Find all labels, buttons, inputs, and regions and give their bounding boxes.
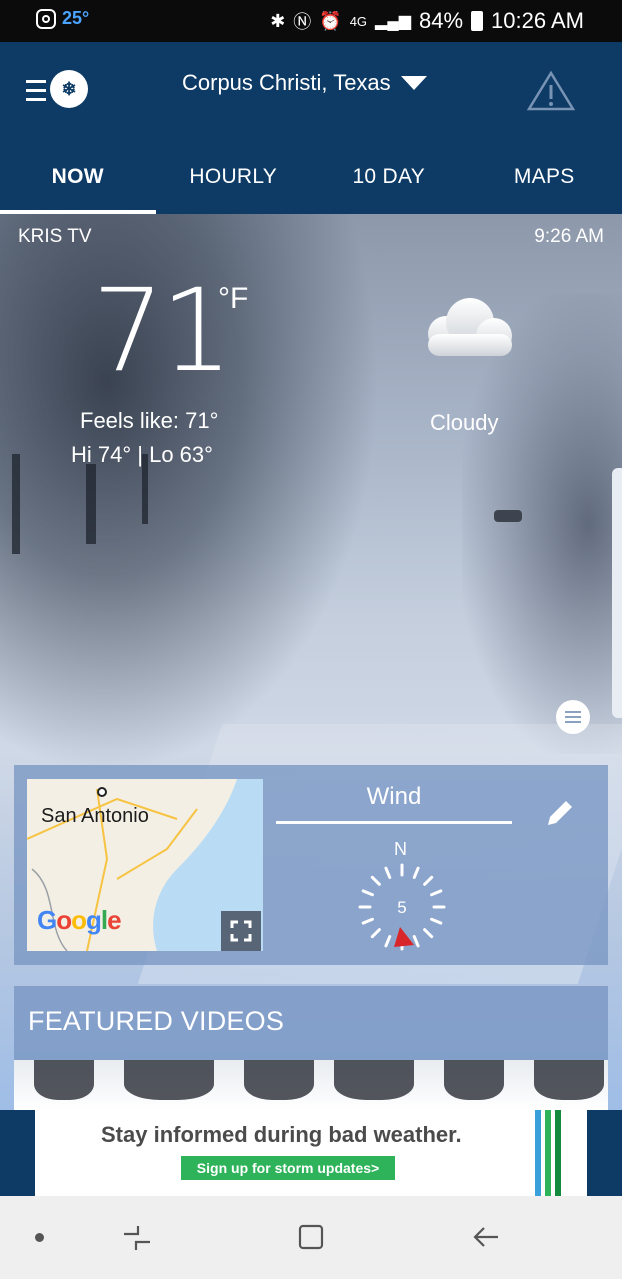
warning-icon	[526, 70, 576, 111]
caret-down-icon	[400, 76, 427, 90]
condition-label: Cloudy	[430, 410, 499, 435]
status-time: 10:26 AM	[491, 8, 584, 33]
wind-compass: 5	[358, 863, 446, 951]
home-icon[interactable]	[296, 1222, 326, 1252]
current-temperature: 71	[92, 264, 233, 397]
ad-banner[interactable]: Stay informed during bad weather. Sign u…	[0, 1110, 622, 1196]
alerts-button[interactable]	[526, 70, 576, 112]
tab-bar: NOW HOURLY 10 DAY MAPS	[0, 152, 622, 214]
tab-hourly[interactable]: HOURLY	[156, 152, 312, 214]
battery-icon	[471, 11, 484, 31]
compass-tick	[384, 935, 392, 948]
featured-video-thumbnail[interactable]	[14, 1060, 608, 1110]
compass-tick	[430, 917, 443, 925]
map-wind-card: San Antonio Google Wind N 5	[14, 765, 608, 965]
instagram-icon	[36, 8, 56, 29]
bluetooth-icon: ✱	[270, 10, 286, 31]
expand-map-button[interactable]	[221, 911, 261, 951]
current-conditions-panel: KRIS TV 9:26 AM 71 °F Feels like: 71° Hi…	[0, 214, 622, 1110]
compass-tick	[361, 917, 374, 925]
fullscreen-icon	[230, 920, 252, 942]
back-icon[interactable]	[472, 1222, 502, 1252]
compass-tick	[384, 866, 392, 879]
data-source: KRIS TV	[18, 226, 92, 247]
app-header: ❄ Corpus Christi, Texas NOW HOURLY 10 DA…	[0, 42, 622, 214]
lte-icon: 4G	[349, 13, 368, 29]
tab-now[interactable]: NOW	[0, 152, 156, 214]
tab-maps[interactable]: MAPS	[467, 152, 622, 214]
system-nav-bar	[0, 1196, 622, 1279]
cloud-icon	[428, 298, 512, 356]
google-attribution: Google	[37, 905, 122, 935]
details-list-button[interactable]	[556, 700, 590, 734]
compass-tick	[423, 928, 434, 939]
status-weather-temp: 25°	[62, 8, 90, 28]
compass-tick	[370, 928, 381, 939]
featured-videos-title: FEATURED VIDEOS	[28, 1006, 285, 1036]
pencil-icon	[548, 801, 572, 825]
wind-title: Wind	[366, 783, 422, 810]
menu-button[interactable]: ❄	[26, 70, 90, 114]
tab-10-day[interactable]: 10 DAY	[311, 152, 467, 214]
wind-north-label: N	[394, 839, 407, 859]
recent-apps-icon[interactable]	[122, 1224, 152, 1252]
hi-lo-temps: Hi 74° | Lo 63°	[71, 442, 213, 467]
observation-time: 9:26 AM	[534, 226, 604, 247]
signal-icon: ▂▄▆	[375, 13, 411, 30]
location-label: Corpus Christi, Texas	[182, 70, 391, 95]
battery-percent: 84%	[419, 8, 464, 33]
alarm-icon: ⏰	[319, 10, 342, 31]
map-city-label: San Antonio	[41, 805, 149, 827]
map-thumbnail[interactable]: San Antonio Google	[27, 779, 263, 951]
temperature-unit: °F	[218, 282, 249, 315]
ad-logo-bars	[535, 1110, 581, 1196]
wind-direction-arrow	[394, 927, 414, 947]
ad-cta-button[interactable]: Sign up for storm updates>	[181, 1156, 395, 1180]
scroll-handle[interactable]	[612, 468, 622, 718]
feels-like: Feels like: 71°	[80, 408, 219, 433]
wind-speed: 5	[397, 898, 406, 917]
compass-tick	[370, 875, 381, 886]
compass-tick	[412, 866, 420, 879]
compass-tick	[412, 935, 420, 948]
nav-dot-indicator	[35, 1233, 44, 1242]
app-logo-icon: ❄	[50, 70, 88, 108]
compass-tick	[430, 889, 443, 897]
wind-divider	[276, 821, 512, 824]
compass-tick	[361, 889, 374, 897]
compass-tick	[423, 875, 434, 886]
edit-button[interactable]	[542, 795, 578, 831]
featured-videos-header[interactable]: FEATURED VIDEOS	[14, 986, 608, 1060]
status-bar: 25° ✱ Ⓝ ⏰ 4G ▂▄▆ 84% 10:26 AM	[0, 0, 622, 42]
nfc-icon: Ⓝ	[293, 12, 312, 32]
location-selector[interactable]: Corpus Christi, Texas	[182, 70, 427, 96]
city-marker	[97, 787, 107, 797]
ad-headline: Stay informed during bad weather.	[101, 1122, 462, 1147]
